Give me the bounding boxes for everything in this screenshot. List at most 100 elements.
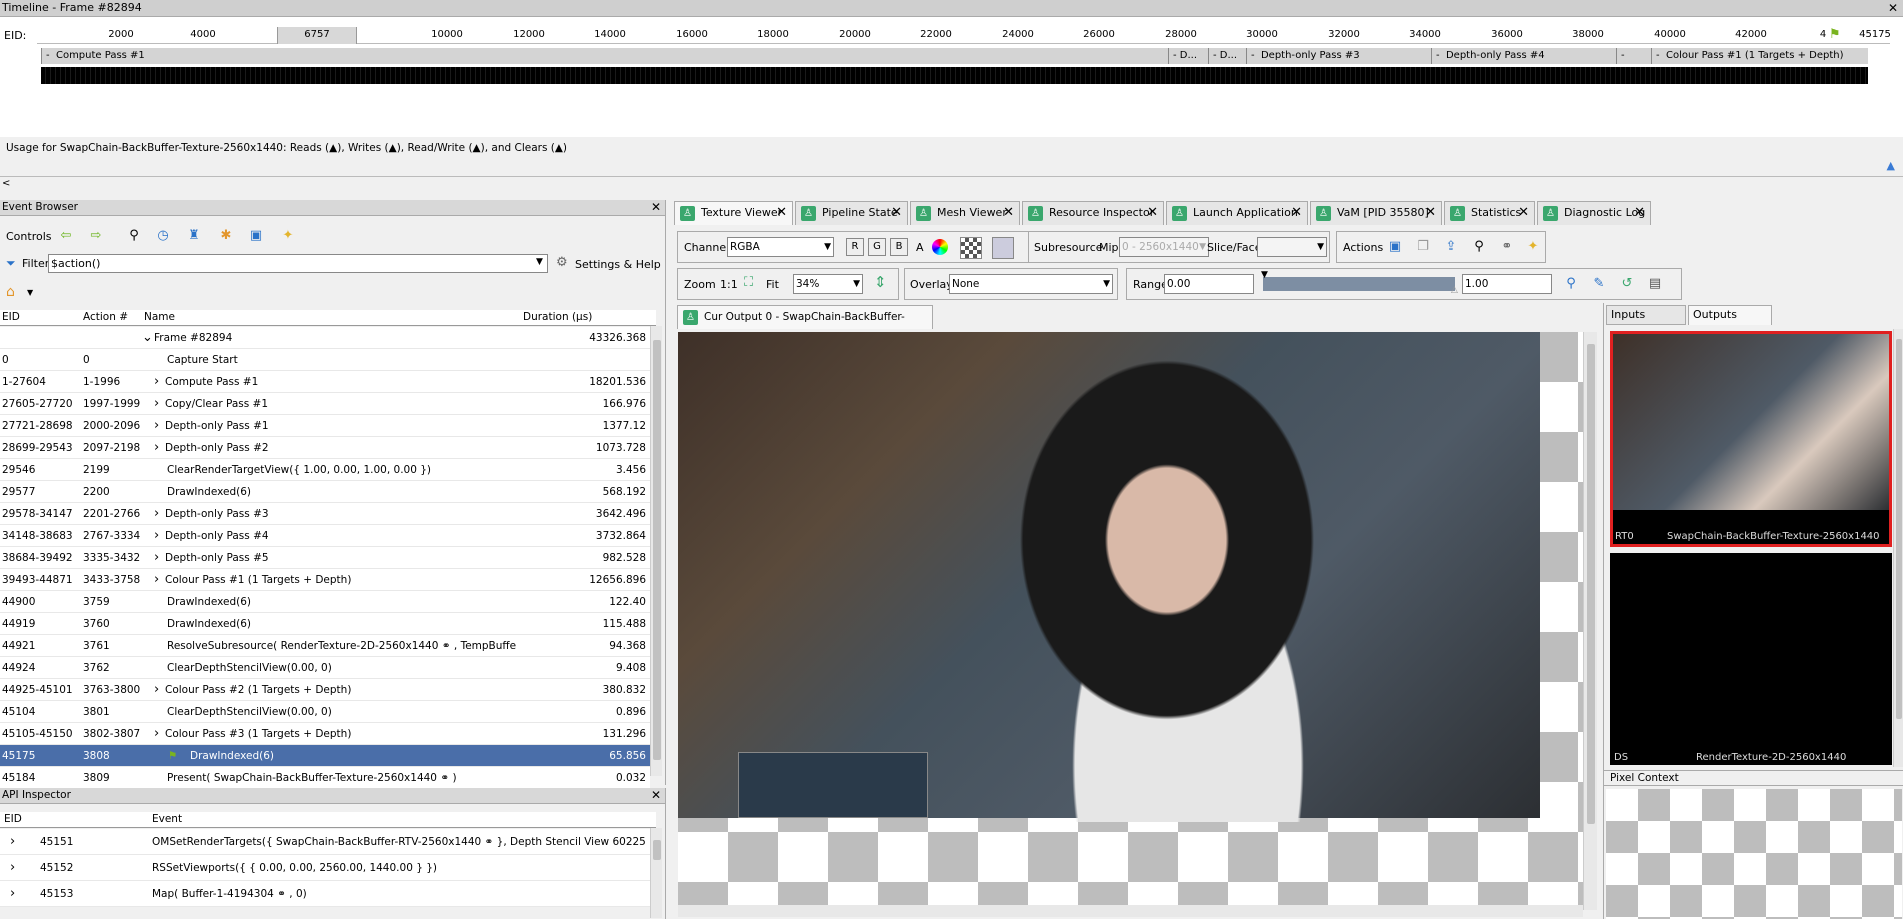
pass-colour-1[interactable]: - Colour Pass #1 (1 Targets + Depth) xyxy=(1651,48,1868,64)
chevron-right-icon[interactable]: › xyxy=(154,415,159,437)
table-row[interactable]: › 38684-39492 3335-3432 Depth-only Pass #5 9… xyxy=(0,547,650,569)
table-row[interactable]: › 27721-28698 2000-2096 Depth-only Pass #1 1… xyxy=(0,415,650,437)
settings-help-button[interactable]: Settings & Help xyxy=(575,258,661,271)
binoculars-icon[interactable]: ⚲ xyxy=(1469,237,1489,257)
pass-bar[interactable]: - Compute Pass #1 - D... - D... - Depth-… xyxy=(41,48,1868,64)
binoculars-icon[interactable]: ⚲ xyxy=(124,226,144,246)
open-icon[interactable]: ⇪ xyxy=(1441,237,1461,257)
pass-depth-5[interactable]: - xyxy=(1616,48,1651,64)
tab-mesh-viewer[interactable]: ♙ Mesh Viewer ✕ xyxy=(910,201,1020,225)
table-row[interactable]: › 34148-38683 2767-3334 Depth-only Pass #4 3… xyxy=(0,525,650,547)
table-row[interactable]: › 44925-45101 3763-3800 Colour Pass #2 (1 T… xyxy=(0,679,650,701)
arrow-right-icon[interactable]: ⇨ xyxy=(86,226,106,246)
close-icon[interactable]: ✕ xyxy=(1425,202,1436,224)
api-row[interactable]: › 45153 Map( Buffer-1-4194304 ⚭ , 0) xyxy=(0,881,650,907)
range-slider[interactable] xyxy=(1263,277,1455,291)
color-wheel-icon[interactable] xyxy=(932,239,948,255)
chevron-right-icon[interactable]: › xyxy=(154,371,159,393)
blue-channel-toggle[interactable]: B xyxy=(890,238,908,256)
fit-button[interactable]: Fit xyxy=(766,278,779,291)
table-row[interactable]: 44924 3762 ClearDepthStencilView(0.00, 0) 9… xyxy=(0,657,650,679)
table-row[interactable]: 29546 2199 ClearRenderTargetView({ 1.00, 0… xyxy=(0,459,650,481)
api-row[interactable]: › 45152 RSSetViewports({ { 0.00, 0.00, 256… xyxy=(0,855,650,881)
canvas-scrollbar-v[interactable] xyxy=(1583,332,1597,910)
thumbnail-ds[interactable]: DS RenderTexture-2D-2560x1440 xyxy=(1610,553,1892,765)
chevron-right-icon[interactable]: › xyxy=(154,569,159,591)
wand-icon[interactable]: ✎ xyxy=(1589,274,1609,294)
asterisk-icon[interactable]: ✱ xyxy=(216,226,236,246)
tab-diagnostic-log[interactable]: ♙ Diagnostic Log ✕ xyxy=(1537,201,1651,225)
table-row[interactable]: 45104 3801 ClearDepthStencilView(0.00, 0) 0… xyxy=(0,701,650,723)
col-event[interactable]: Event xyxy=(152,813,182,825)
tab-resource-inspector[interactable]: ♙ Resource Inspector ✕ xyxy=(1022,201,1164,225)
alpha-channel-toggle[interactable]: A xyxy=(916,241,924,254)
copy-icon[interactable]: ❐ xyxy=(1413,237,1433,257)
pixel-context-view[interactable] xyxy=(1606,789,1902,919)
save-icon[interactable]: ▣ xyxy=(246,226,266,246)
chevron-right-icon[interactable]: › xyxy=(10,855,15,881)
chevron-right-icon[interactable]: › xyxy=(154,547,159,569)
home-icon[interactable]: ⌂ xyxy=(6,284,15,300)
close-icon[interactable]: ✕ xyxy=(1147,202,1158,224)
close-icon[interactable]: ✕ xyxy=(891,202,902,224)
scrollbar-thumb[interactable] xyxy=(653,340,661,760)
table-row[interactable]: 44900 3759 DrawIndexed(6) 122.40 xyxy=(0,591,650,613)
table-row[interactable]: ⌄ Frame #82894 43326.368 xyxy=(0,327,650,349)
zoom-1-1-button[interactable]: 1:1 xyxy=(720,278,738,291)
close-icon[interactable]: ✕ xyxy=(1634,202,1645,224)
overlay-select[interactable]: None ▼ xyxy=(949,274,1113,294)
chevron-right-icon[interactable]: › xyxy=(154,393,159,415)
pass-depth-1[interactable]: - D... xyxy=(1168,48,1208,64)
scrollbar[interactable] xyxy=(650,326,662,776)
chevron-left-icon[interactable]: < xyxy=(2,178,10,189)
chevron-right-icon[interactable]: › xyxy=(154,525,159,547)
close-icon[interactable]: ✕ xyxy=(1518,202,1529,224)
table-row[interactable]: 45184 3809 Present( SwapChain-BackBuffer-T… xyxy=(0,767,650,789)
api-row[interactable]: › 45151 OMSetRenderTargets({ SwapChain-Bac… xyxy=(0,829,650,855)
table-row[interactable]: › 29578-34147 2201-2766 Depth-only Pass #3 3… xyxy=(0,503,650,525)
scrollbar-thumb[interactable] xyxy=(1587,344,1595,824)
fit-icon[interactable]: ⛶ xyxy=(744,275,753,290)
save-icon[interactable]: ▣ xyxy=(1385,237,1405,257)
chevron-right-icon[interactable]: › xyxy=(154,503,159,525)
table-row[interactable]: › 1-27604 1-1996 Compute Pass #1 18201.536 xyxy=(0,371,650,393)
channels-select[interactable]: RGBA ▼ xyxy=(727,237,834,257)
col-action[interactable]: Action # xyxy=(83,311,128,323)
chevron-right-icon[interactable]: › xyxy=(154,437,159,459)
output-tab[interactable]: ♙ Cur Output 0 - SwapChain-BackBuffer-Te… xyxy=(677,305,933,345)
pass-depth-3[interactable]: - Depth-only Pass #3 xyxy=(1246,48,1431,64)
tab-texture-viewer[interactable]: ♙ Texture Viewer ✕ xyxy=(674,201,793,225)
outputs-tab[interactable]: Outputs xyxy=(1688,305,1772,325)
zoom-select[interactable]: 34% ▼ xyxy=(793,274,863,294)
red-channel-toggle[interactable]: R xyxy=(846,238,864,256)
link-icon[interactable]: ⚭ xyxy=(1497,237,1517,257)
chevron-right-icon[interactable]: › xyxy=(154,723,159,745)
range-max-input[interactable]: 1.00 xyxy=(1462,274,1552,294)
table-row[interactable]: 0 0 Capture Start xyxy=(0,349,650,371)
chevron-down-icon[interactable]: ▼ xyxy=(536,257,543,267)
close-icon[interactable]: ✕ xyxy=(1291,202,1302,224)
scrollbar[interactable] xyxy=(650,828,662,918)
timeline-ruler[interactable]: 6757 2000 4000 10000 12000 14000 16000 1… xyxy=(37,27,1891,44)
pass-depth-2[interactable]: - D... xyxy=(1208,48,1246,64)
filter-input[interactable]: $action() xyxy=(48,254,548,273)
close-icon[interactable]: ✕ xyxy=(651,788,661,802)
table-row[interactable]: › 39493-44871 3433-3758 Colour Pass #1 (1 T… xyxy=(0,569,650,591)
close-icon[interactable]: ✕ xyxy=(1003,202,1014,224)
chevron-right-icon[interactable]: › xyxy=(10,829,15,855)
canvas-scrollbar-h[interactable] xyxy=(678,905,1583,917)
inputs-tab[interactable]: Inputs xyxy=(1606,305,1686,325)
scrollbar-thumb[interactable] xyxy=(653,840,661,860)
tab-launch-application[interactable]: ♙ Launch Application ✕ xyxy=(1166,201,1308,225)
chevron-down-icon[interactable]: ⌄ xyxy=(142,327,153,349)
range-handle-min[interactable]: ▼ xyxy=(1261,270,1268,280)
mip-select[interactable]: 0 - 2560x1440 ▼ xyxy=(1119,237,1209,257)
pass-compute-1[interactable]: - Compute Pass #1 xyxy=(41,48,1166,64)
table-row[interactable]: 44919 3760 DrawIndexed(6) 115.488 xyxy=(0,613,650,635)
green-channel-toggle[interactable]: G xyxy=(868,238,886,256)
col-eid[interactable]: EID xyxy=(2,311,20,323)
chevron-right-icon[interactable]: › xyxy=(154,679,159,701)
reset-icon[interactable]: ↺ xyxy=(1617,274,1637,294)
table-row[interactable]: › 28699-29543 2097-2198 Depth-only Pass #2 1… xyxy=(0,437,650,459)
arrow-left-icon[interactable]: ⇦ xyxy=(56,226,76,246)
